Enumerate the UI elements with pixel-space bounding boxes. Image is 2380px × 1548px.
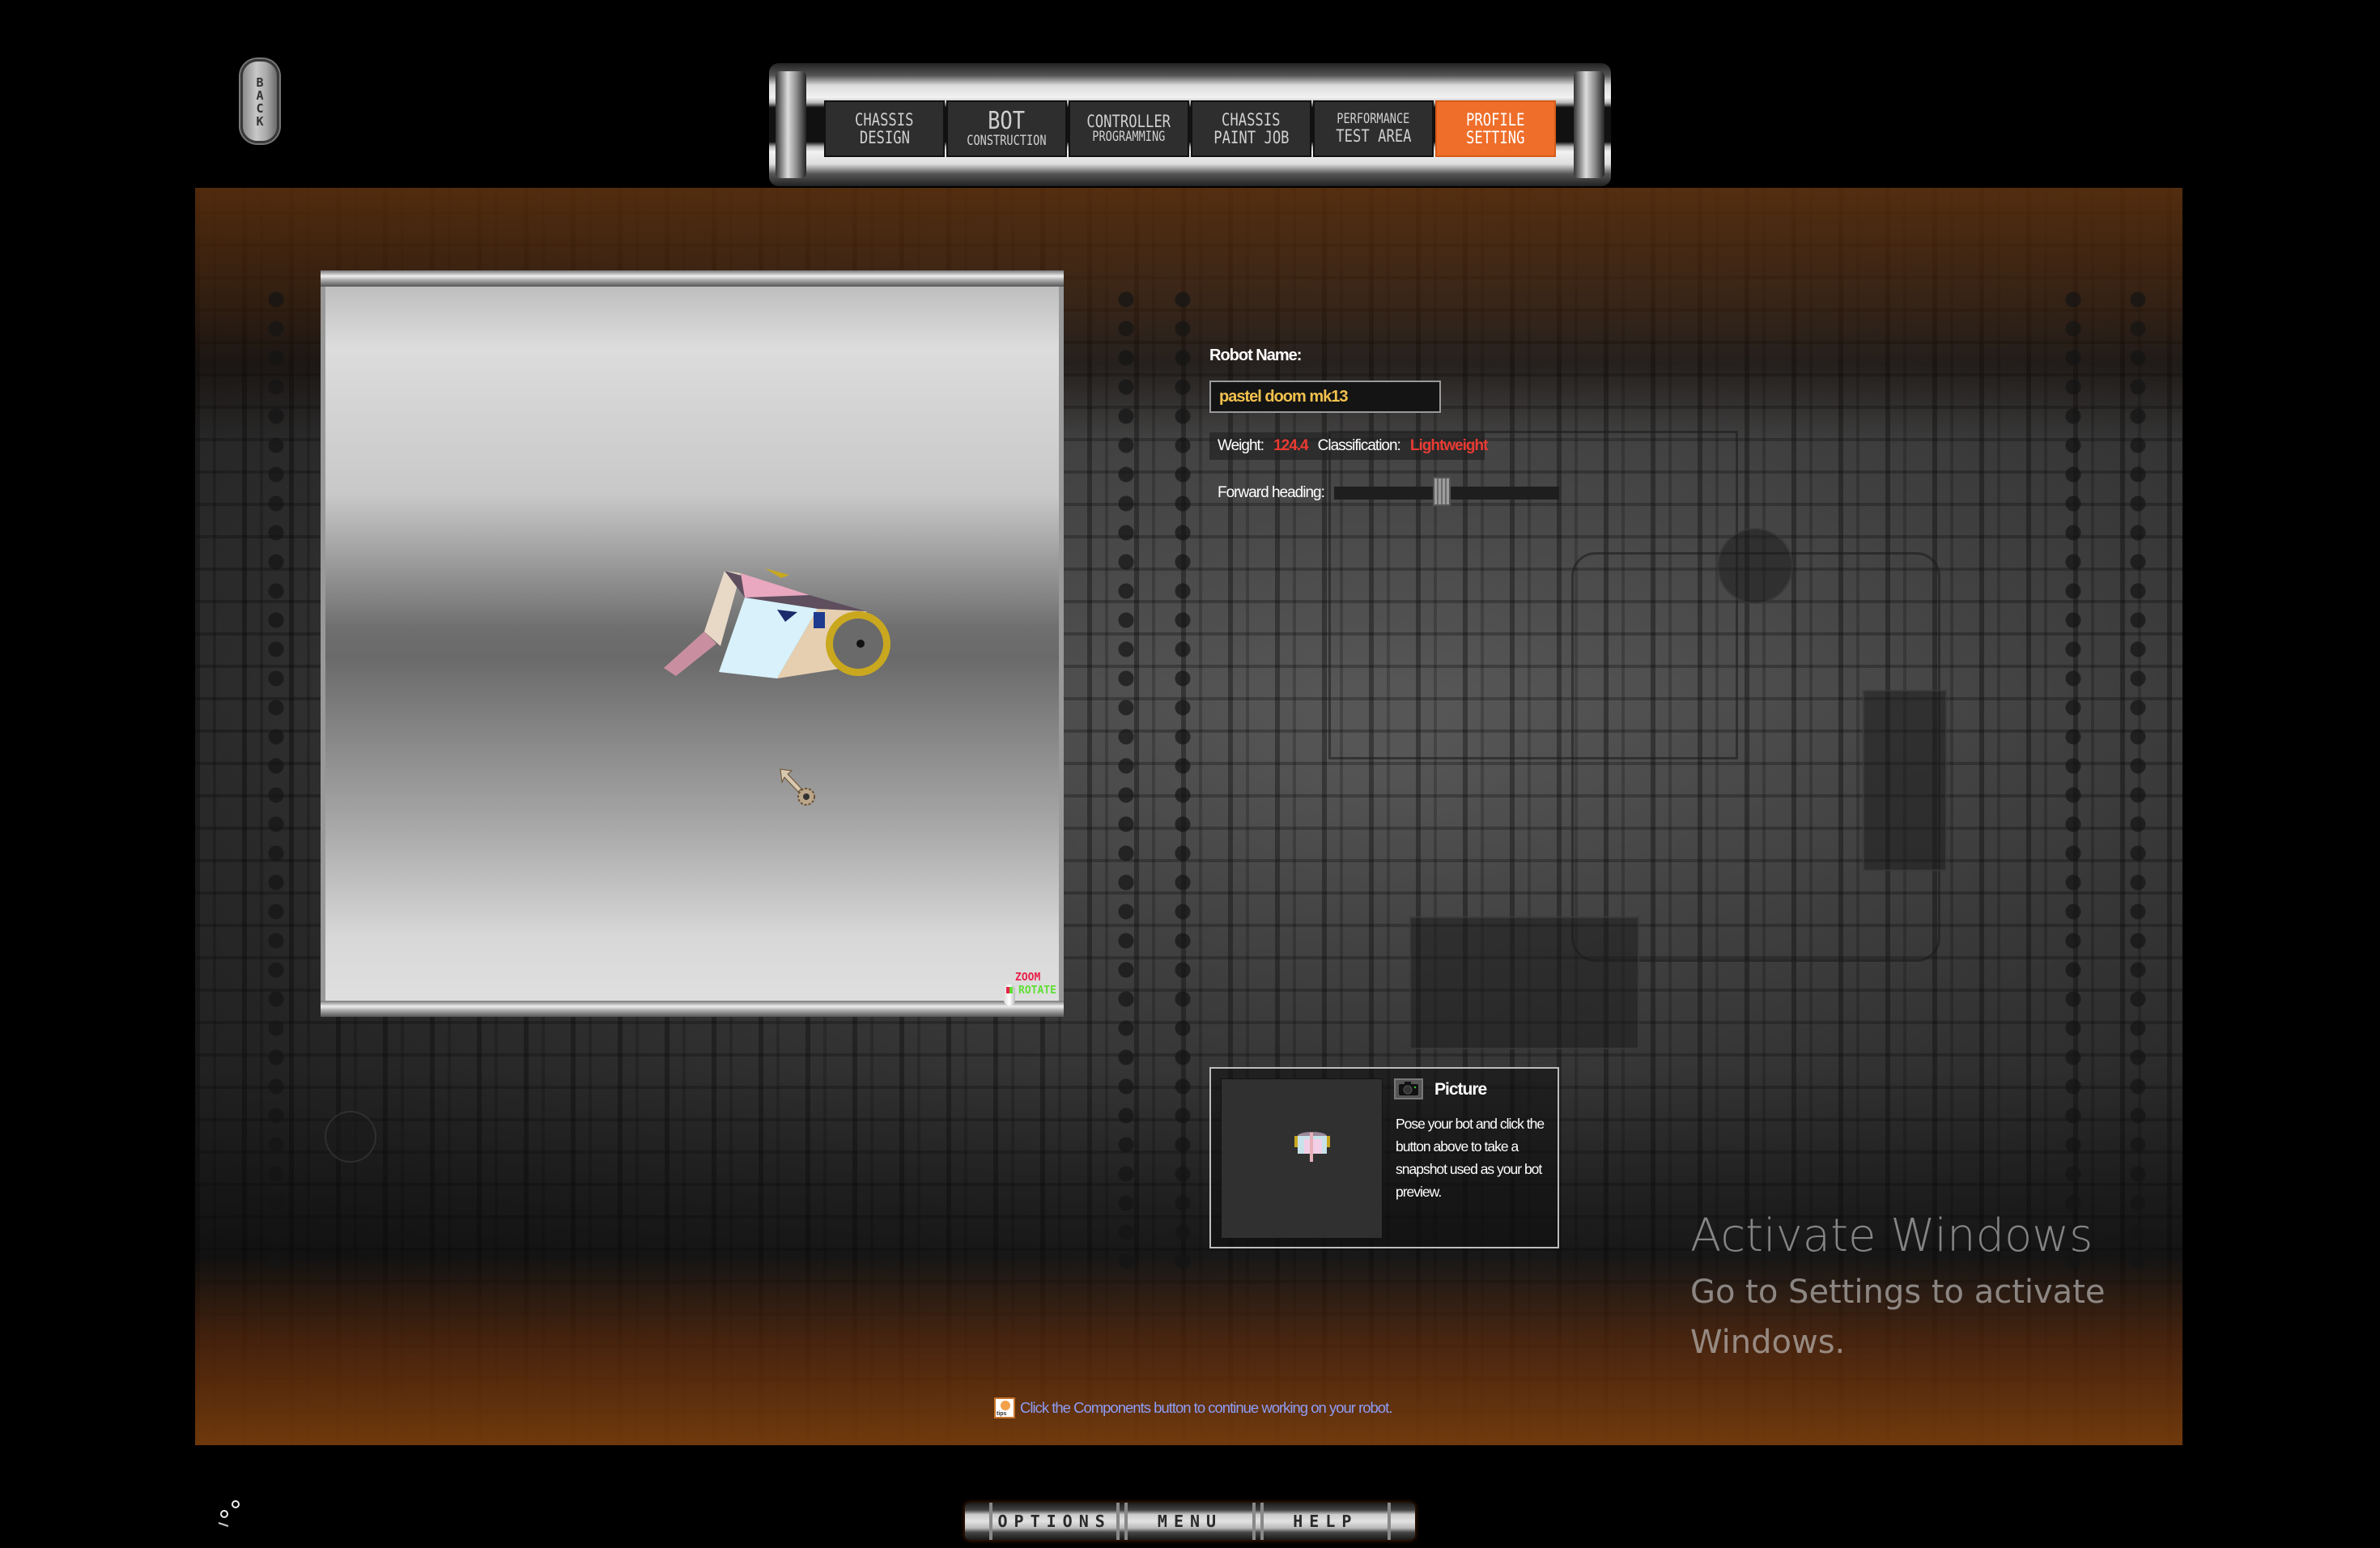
tab-label-line2: CONSTRUCTION (967, 132, 1047, 149)
robot-top-pink (741, 573, 810, 598)
bot-snapshot-preview (1221, 1078, 1383, 1239)
picture-panel-title: Picture (1434, 1080, 1487, 1099)
tips-lightbulb-icon: tips (994, 1397, 1015, 1418)
nav-end-cap-left (776, 71, 806, 178)
forward-heading-slider-thumb[interactable] (1433, 477, 1451, 506)
background-decoration (2122, 285, 2154, 1283)
viewport-frame-top (321, 270, 1064, 287)
picture-panel-description: Pose your bot and click the button above… (1396, 1116, 1545, 1200)
rotate-hint-label: ROTATE (1018, 985, 1056, 997)
forward-heading-slider[interactable] (1333, 477, 1559, 506)
robot-part (814, 612, 825, 628)
background-decoration (1110, 285, 1142, 1283)
top-nav-bar: CHASSIS DESIGN BOT CONSTRUCTION CONTROLL… (769, 63, 1611, 186)
classification-value: Lightweight (1409, 437, 1489, 454)
loading-indicator-icon (218, 1500, 240, 1527)
viewport-frame-bottom (321, 1001, 1064, 1017)
activate-windows-watermark: Activate Windows Go to Settings to activ… (1690, 1210, 2144, 1367)
forward-heading-row: Forward heading: (1218, 477, 1559, 506)
tab-controller-programming[interactable]: CONTROLLER PROGRAMMING (1069, 100, 1189, 157)
robot-wheel-axle (856, 640, 865, 648)
tab-bot-construction[interactable]: BOT CONSTRUCTION (946, 100, 1067, 157)
robot-name-label: Robot Name: (1209, 347, 1302, 364)
background-decoration (325, 1111, 376, 1163)
classification-label: Classification: (1317, 437, 1401, 454)
robot-part (765, 568, 789, 578)
mouse-controls-hint: ZOOM ROTATE (1004, 972, 1060, 1012)
nav-end-cap-right (1574, 71, 1604, 178)
tab-label-line1: PERFORMANCE (1337, 111, 1410, 128)
robot-stats-row: Weight: 124.4 Classification: Lightweigh… (1209, 432, 1489, 460)
tip-bar: tips Click the Components button to cont… (994, 1397, 1392, 1418)
robot-3d-viewport[interactable]: ZOOM ROTATE (321, 270, 1064, 1017)
background-decoration (1167, 285, 1199, 1283)
tab-label-line2: SETTING (1466, 128, 1525, 147)
take-picture-button[interactable] (1394, 1078, 1423, 1099)
tab-label-line1: BOT (988, 107, 1026, 136)
gear-arrow-cursor-icon (780, 768, 815, 806)
tab-profile-setting[interactable]: PROFILE SETTING (1435, 100, 1556, 157)
watermark-title: Activate Windows (1690, 1210, 2093, 1262)
mouse-icon (1004, 985, 1015, 1006)
tab-label-line2: PROGRAMMING (1092, 129, 1166, 146)
forward-heading-label: Forward heading: (1218, 484, 1325, 501)
background-decoration (1409, 916, 1639, 1049)
tab-chassis-design[interactable]: CHASSIS DESIGN (824, 100, 945, 157)
tips-icon-label: tips (997, 1411, 1007, 1417)
background-decoration (1717, 528, 1793, 604)
robot-wedge (664, 632, 716, 676)
zoom-hint-label: ZOOM (1015, 972, 1041, 984)
back-button-label: BACK (253, 75, 267, 127)
robot-model[interactable] (656, 551, 899, 680)
background-decoration (260, 285, 292, 1283)
back-button[interactable]: BACK (240, 59, 279, 143)
tab-label-line1: CONTROLLER (1086, 112, 1171, 132)
watermark-subtitle: Go to Settings to activate Windows. (1690, 1274, 2106, 1361)
tab-chassis-paint-job[interactable]: CHASSIS PAINT JOB (1191, 100, 1311, 157)
tab-label-line1: PROFILE (1466, 109, 1525, 130)
camera-icon (1399, 1082, 1418, 1095)
tab-label-line1: CHASSIS (1222, 109, 1281, 130)
background-decoration (2057, 285, 2089, 1283)
options-button[interactable]: OPTIONS (989, 1503, 1120, 1540)
robot-name-input[interactable] (1209, 381, 1441, 413)
help-button[interactable]: HELP (1260, 1503, 1391, 1540)
tab-label-line2: DESIGN (859, 128, 910, 147)
weight-label: Weight: (1218, 437, 1264, 454)
bottom-menu-bar: OPTIONS MENU HELP (965, 1503, 1415, 1540)
bot-snapshot-image (1294, 1132, 1330, 1162)
tab-label-line2: TEST AREA (1335, 125, 1412, 146)
tab-label-line1: CHASSIS (855, 109, 914, 130)
tip-text: Click the Components button to continue … (1020, 1399, 1392, 1416)
picture-panel: Picture Pose your bot and click the butt… (1209, 1067, 1559, 1248)
weight-value: 124.4 (1273, 437, 1309, 454)
background-decoration (1863, 690, 1947, 871)
tab-label-line2: PAINT JOB (1213, 128, 1290, 147)
tab-performance-test-area[interactable]: PERFORMANCE TEST AREA (1313, 100, 1434, 157)
menu-button[interactable]: MENU (1124, 1503, 1256, 1540)
